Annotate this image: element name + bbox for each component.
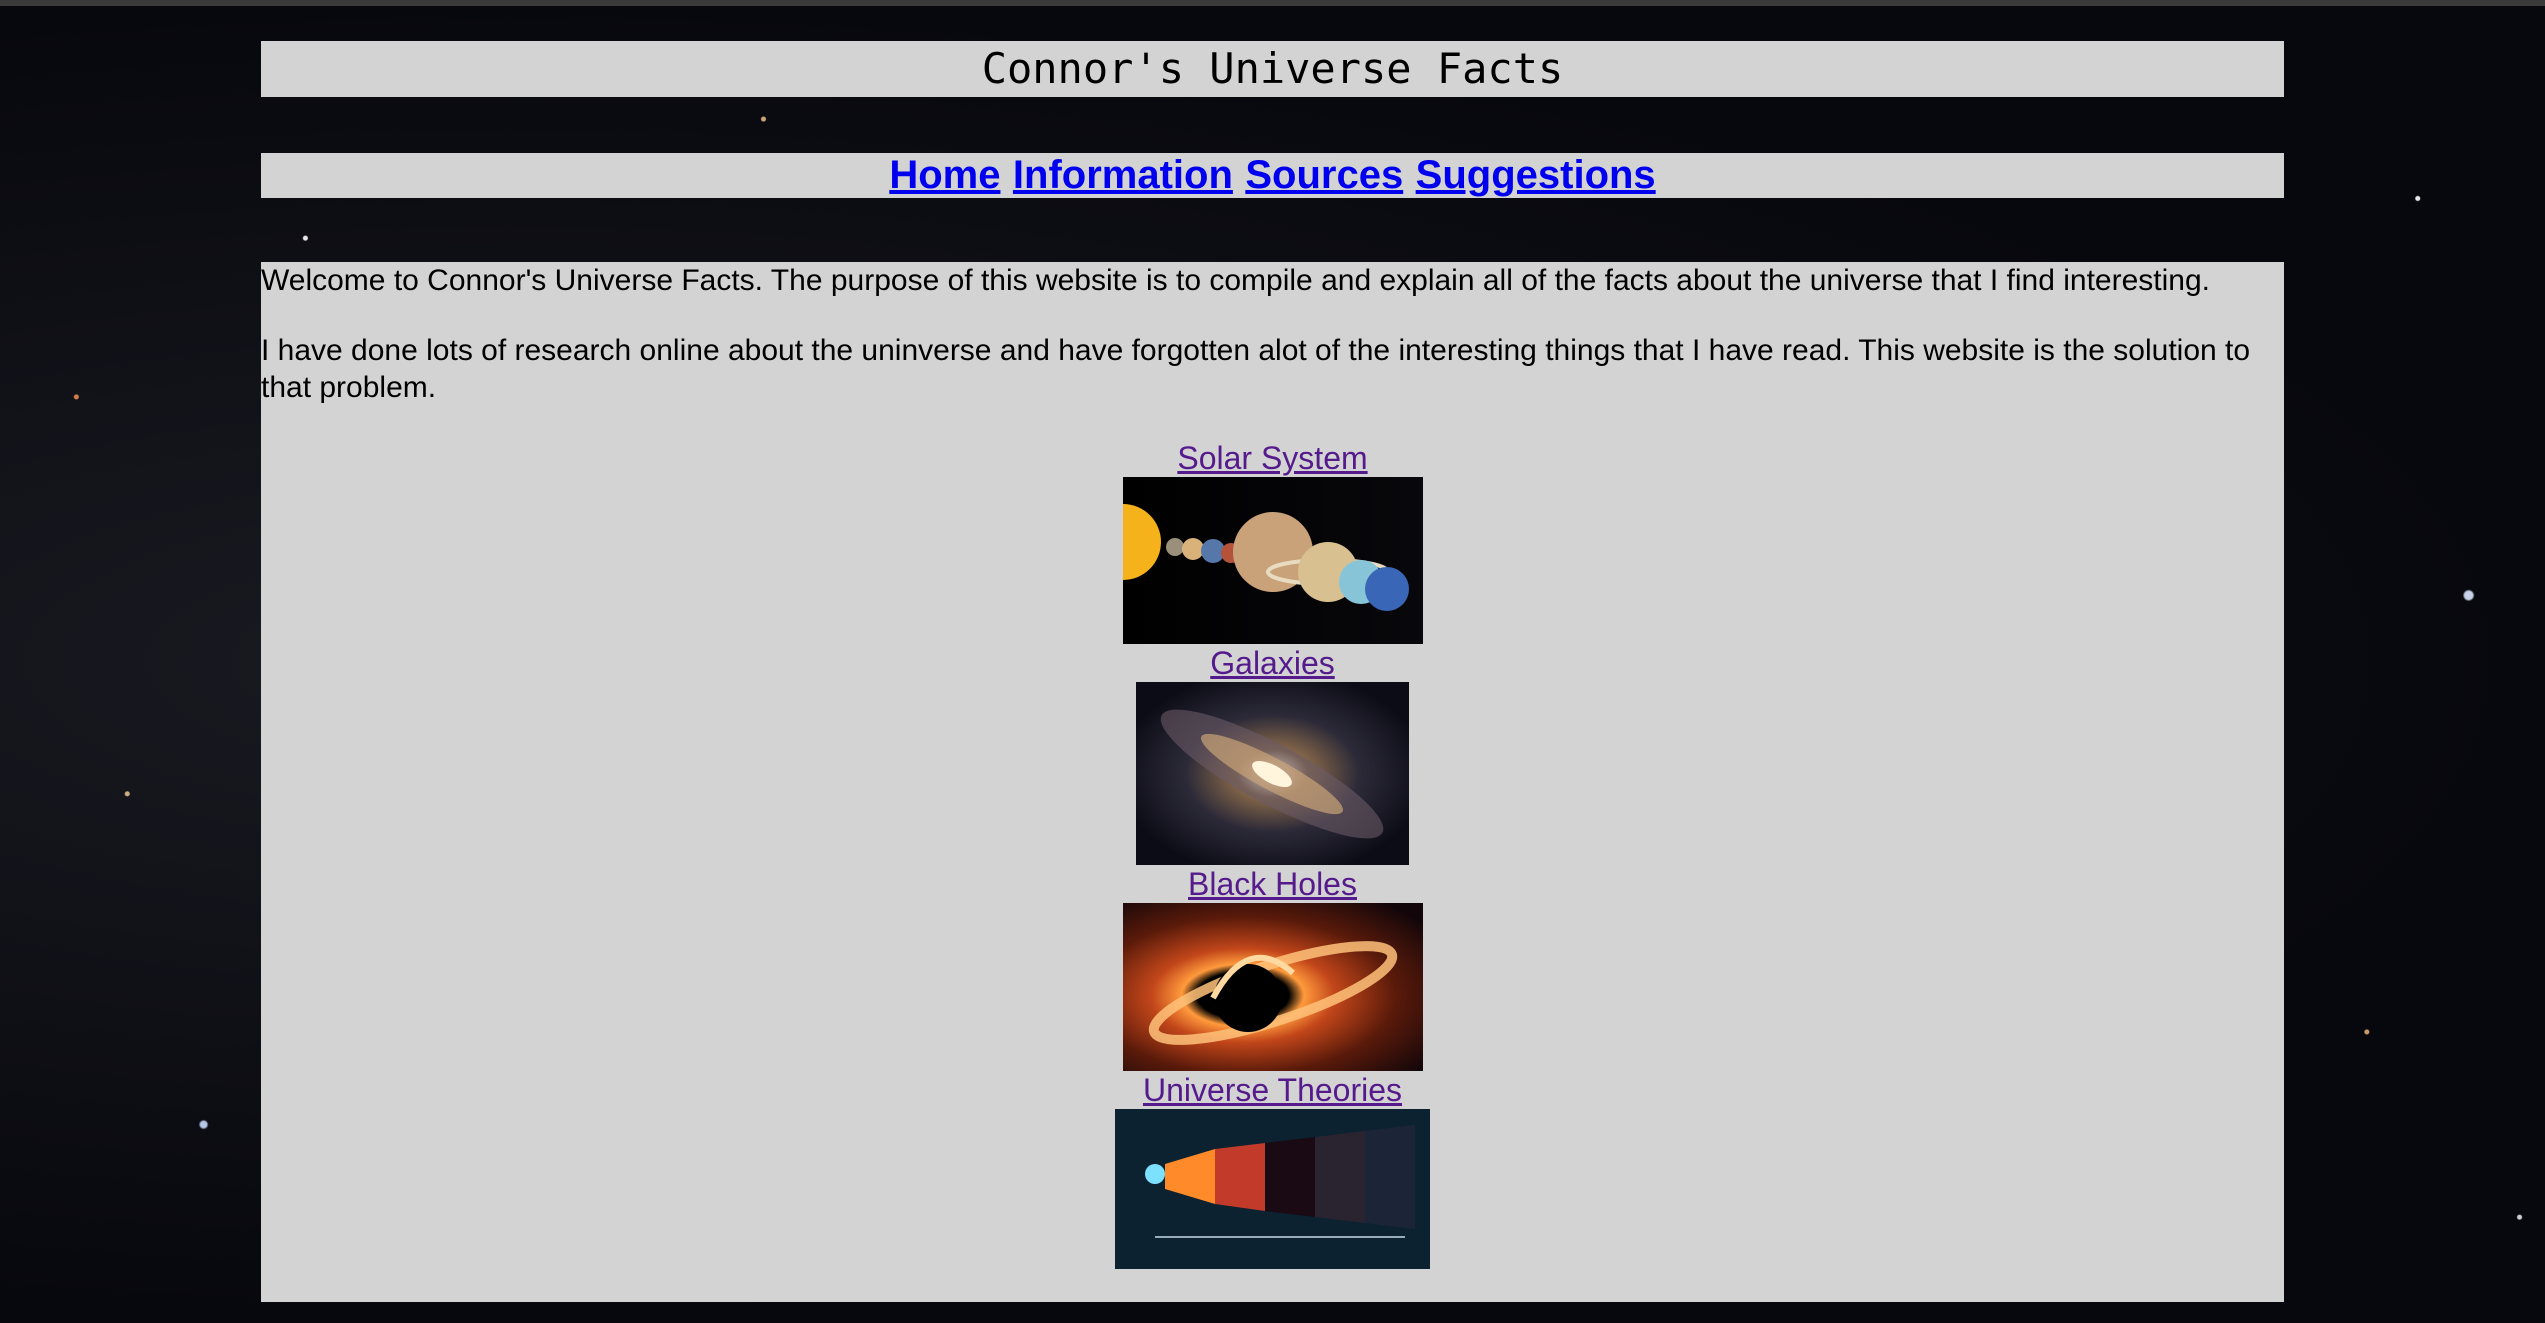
nav-information-link[interactable]: Information — [1013, 153, 1233, 197]
black-holes-link[interactable]: Black Holes — [261, 865, 2284, 903]
nav-sources-link[interactable]: Sources — [1245, 153, 1403, 197]
main-nav: Home Information Sources Suggestions — [261, 153, 2284, 198]
solar-system-link[interactable]: Solar System — [261, 439, 2284, 477]
solar-system-image[interactable] — [1122, 477, 1423, 644]
black-hole-illustration — [1148, 941, 1397, 1045]
site-header: Connor's Universe Facts — [261, 41, 2284, 97]
universe-timeline-image[interactable] — [1115, 1109, 1430, 1269]
galaxy-image[interactable] — [1136, 682, 1409, 865]
nav-home-link[interactable]: Home — [889, 153, 1000, 197]
solar-system-illustration — [1122, 504, 1409, 611]
main-content: Welcome to Connor's Universe Facts. The … — [261, 262, 2284, 1302]
purpose-paragraph: I have done lots of research online abou… — [261, 334, 2251, 404]
window-top-edge — [0, 0, 2545, 6]
site-title: Connor's Universe Facts — [981, 44, 1564, 93]
intro-paragraph: Welcome to Connor's Universe Facts. The … — [261, 264, 2210, 297]
nav-suggestions-link[interactable]: Suggestions — [1416, 153, 1656, 197]
galaxy-illustration — [1160, 709, 1384, 839]
galaxies-link[interactable]: Galaxies — [261, 644, 2284, 682]
topic-list: Solar System Galaxies Black Holes Univer… — [261, 439, 2284, 1269]
black-hole-image[interactable] — [1122, 903, 1423, 1071]
universe-timeline-illustration — [1145, 1125, 1415, 1238]
universe-theories-link[interactable]: Universe Theories — [261, 1071, 2284, 1109]
